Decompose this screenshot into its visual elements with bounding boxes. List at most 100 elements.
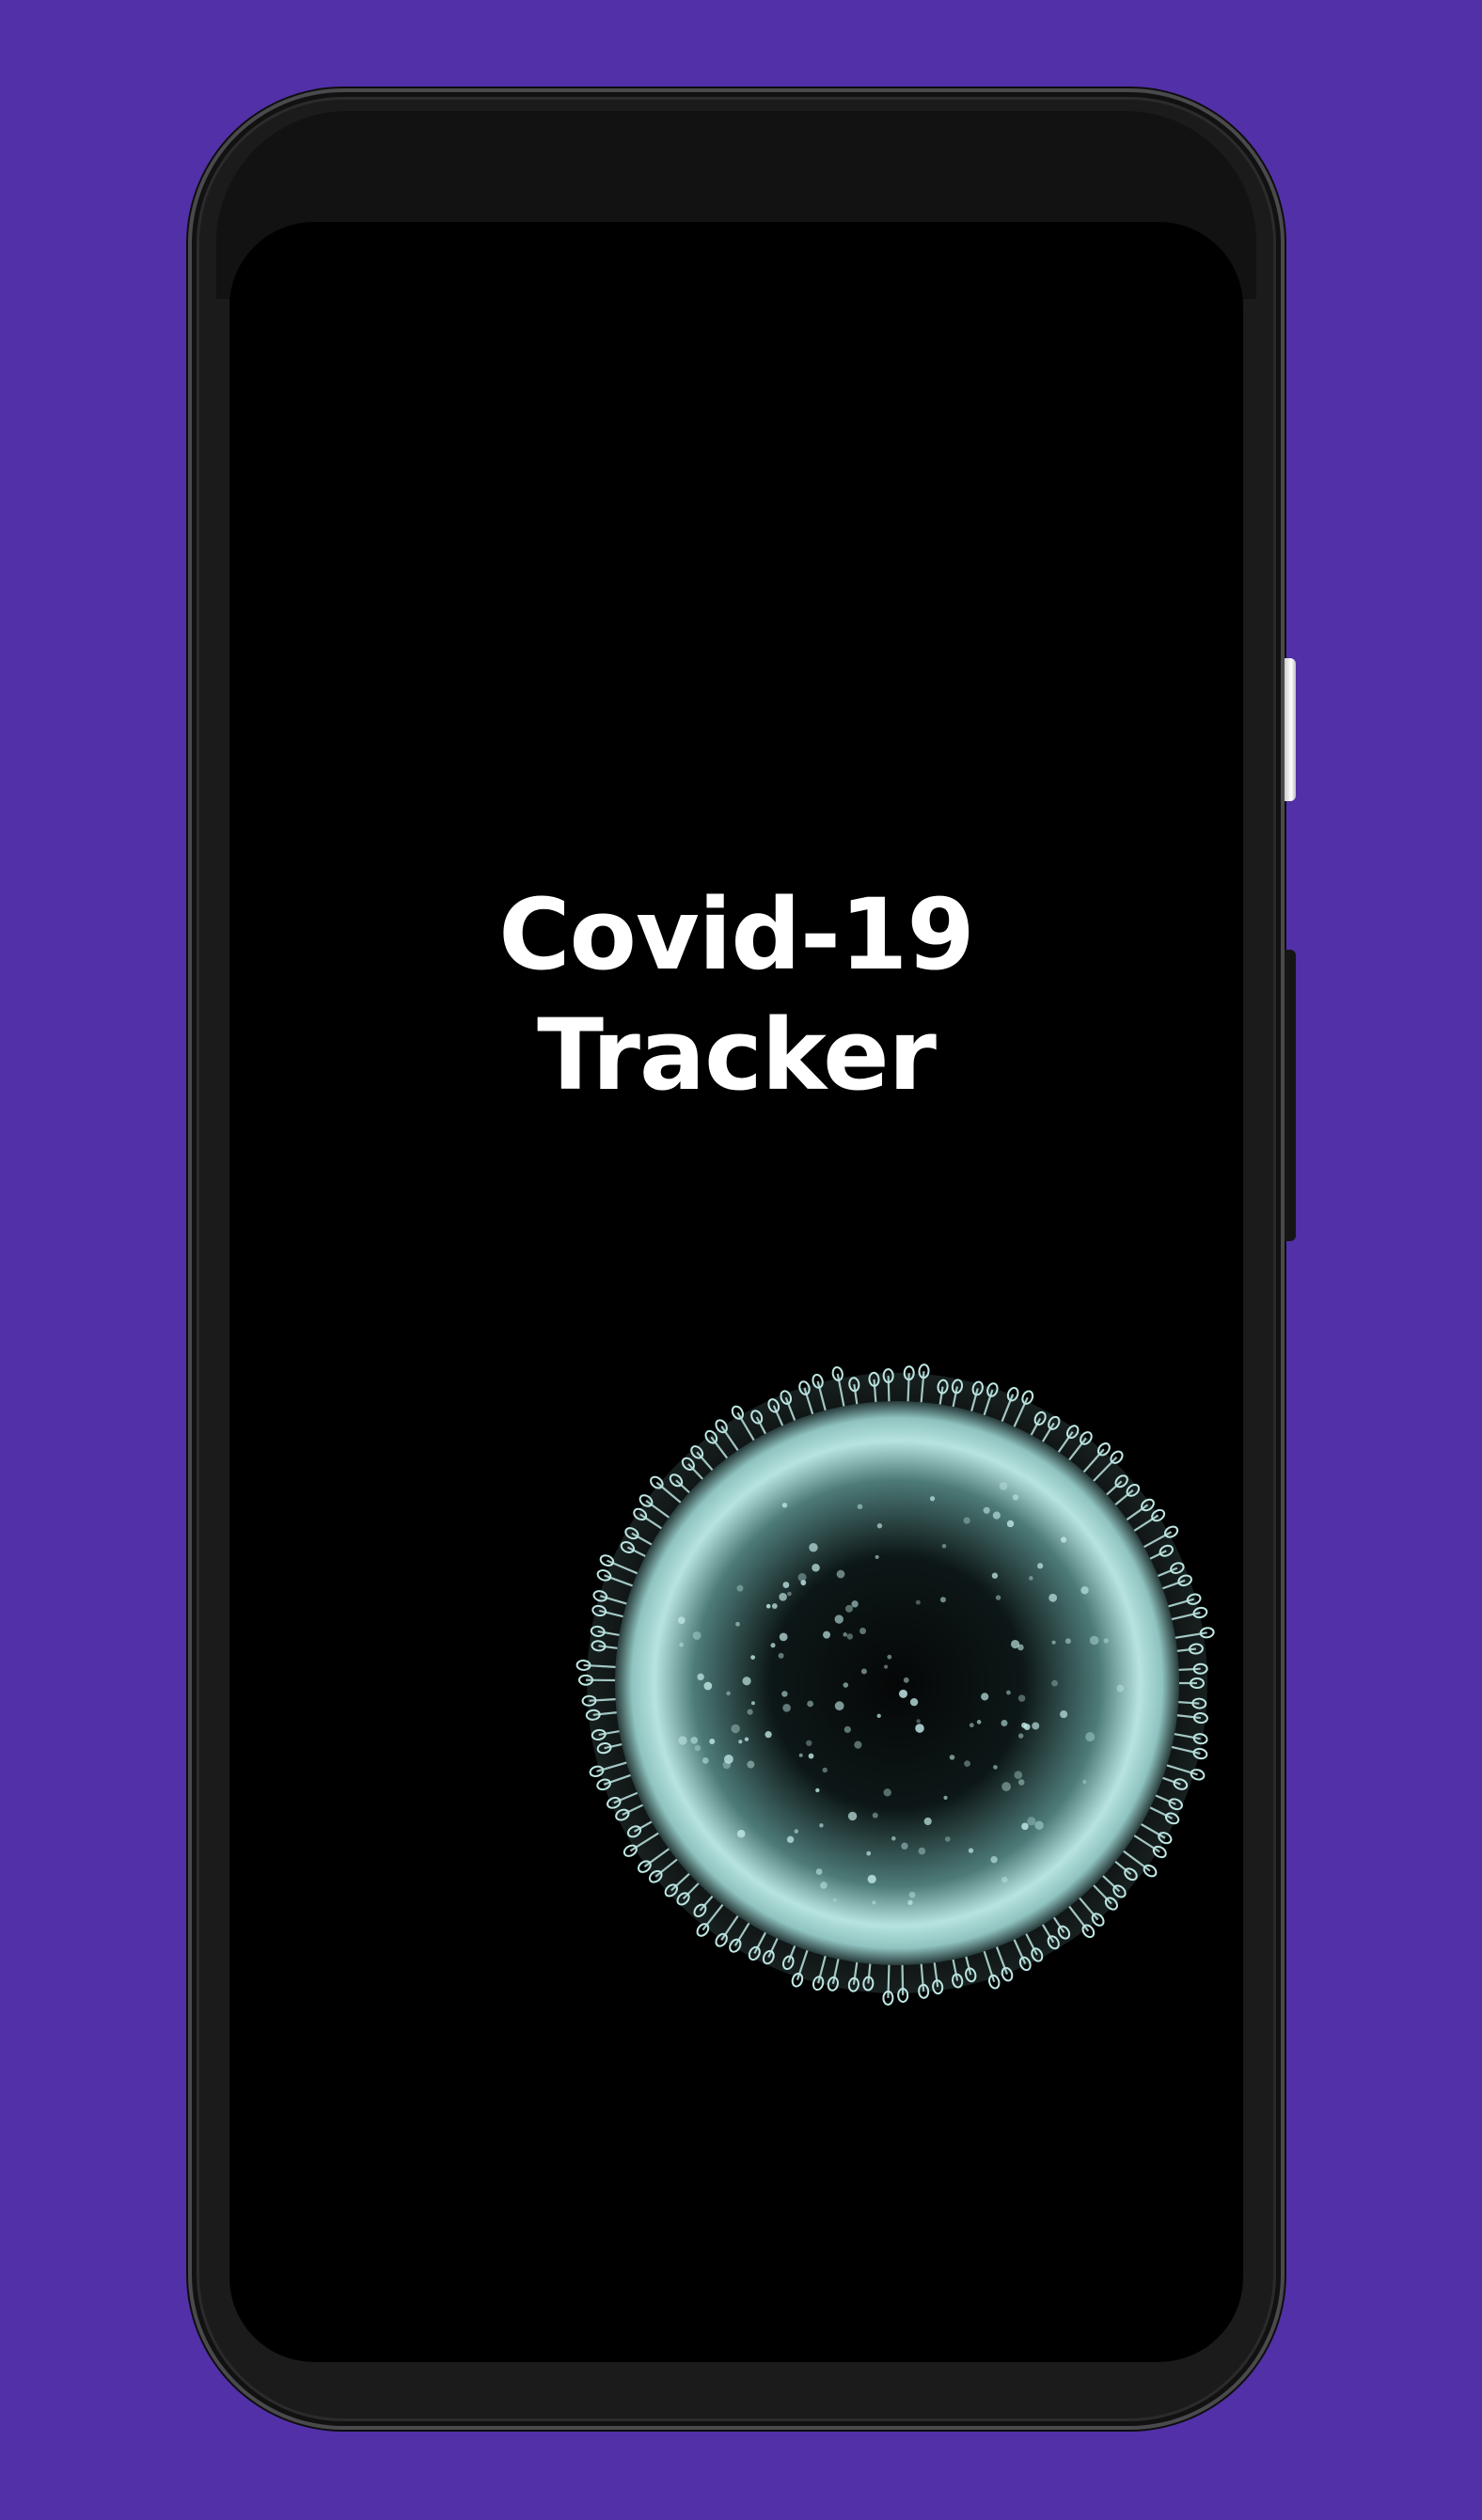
volume-button[interactable]: [1285, 950, 1296, 1241]
virus-surface-dot: [1064, 1638, 1071, 1645]
virus-surface-dot: [1060, 1709, 1068, 1719]
virus-surface-dot: [836, 1569, 845, 1579]
virus-surface-dot: [929, 1496, 936, 1502]
virus-surface-dot: [771, 1603, 778, 1609]
virus-surface-dot: [806, 1740, 812, 1746]
virus-surface-dot: [846, 1633, 854, 1640]
virus-surface-dot: [1001, 1876, 1008, 1883]
virus-surface-dot: [812, 1563, 820, 1572]
virus-surface-dot: [1017, 1733, 1024, 1739]
virus-surface-dot: [990, 1855, 998, 1864]
virus-surface-dot: [907, 1899, 913, 1906]
virus-surface-dot: [1010, 1639, 1020, 1649]
virus-surface-dot: [781, 1691, 788, 1697]
virus-surface-dot: [872, 1900, 876, 1905]
virus-surface-dot: [1006, 1520, 1015, 1528]
app-title-line-2: Tracker: [537, 998, 937, 1112]
virus-surface-dot: [963, 1517, 970, 1524]
virus-surface-dot: [1085, 1732, 1096, 1742]
virus-surface-dot: [909, 1697, 919, 1707]
virus-surface-dot: [779, 1632, 788, 1642]
virus-surface-dot: [943, 1795, 948, 1800]
virus-surface-dot: [736, 1829, 746, 1838]
virus-surface-dot: [815, 1868, 823, 1875]
virus-surface-dot: [995, 1595, 1001, 1600]
virus-surface-dot: [866, 1851, 872, 1856]
virus-surface-dot: [778, 1652, 784, 1659]
virus-surface-dot: [1037, 1563, 1044, 1569]
virus-surface-dot: [1012, 1494, 1019, 1501]
virus-surface-dot: [750, 1701, 755, 1706]
virus-surface-dot: [872, 1812, 878, 1819]
virus-surface-dot: [747, 1760, 755, 1769]
virus-surface-dot: [976, 1720, 982, 1725]
virus-surface-dot: [915, 1724, 924, 1733]
virus-surface-dot: [823, 1630, 831, 1639]
virus-surface-dot: [1001, 1782, 1011, 1791]
virus-surface-dot: [1082, 1779, 1087, 1785]
virus-surface-dot: [815, 1788, 820, 1793]
virus-surface-dot: [703, 1681, 713, 1691]
virus-surface-dot: [887, 1654, 892, 1660]
virus-surface-dot: [923, 1817, 932, 1826]
virus-surface-dot: [949, 1755, 955, 1760]
virus-surface-dot: [1027, 1817, 1036, 1826]
virus-surface-dot: [867, 1874, 876, 1884]
virus-surface-dot: [876, 1713, 881, 1719]
virus-surface-dot: [983, 1506, 990, 1514]
virus-surface-dot: [770, 1643, 776, 1648]
virus-surface-dot: [1048, 1593, 1058, 1602]
virus-surface-dot: [859, 1628, 867, 1635]
power-button[interactable]: [1285, 658, 1296, 801]
virus-surface-dot: [847, 1811, 858, 1821]
virus-surface-dot: [832, 1898, 837, 1902]
virus-surface-dot: [844, 1604, 853, 1613]
virus-surface-dot: [991, 1572, 999, 1579]
virus-surface-dot: [797, 1573, 807, 1583]
virus-surface-dot: [883, 1664, 889, 1669]
virus-surface-dot: [808, 1753, 814, 1759]
virus-surface-dot: [781, 1503, 788, 1508]
virus-surface-dot: [944, 1835, 951, 1842]
virus-surface-dot: [857, 1504, 863, 1510]
virus-surface-dot: [903, 1677, 909, 1683]
virus-surface-dot: [798, 1753, 803, 1757]
virus-surface-dot: [1051, 1679, 1058, 1687]
virus-surface-dot: [782, 1704, 791, 1712]
virus-surface-dot: [1051, 1640, 1056, 1645]
virus-surface-dot: [851, 1600, 859, 1608]
virus-surface-dot: [1060, 1536, 1067, 1543]
virus-surface-dot: [843, 1682, 849, 1688]
virus-surface-dot: [939, 1597, 946, 1603]
virus-surface-dot: [807, 1700, 814, 1708]
virus-surface-dot: [1116, 1684, 1125, 1693]
virus-surface-dot: [834, 1701, 844, 1711]
virus-surface-dot: [735, 1621, 740, 1627]
virus-surface-dot: [1089, 1635, 1099, 1646]
virus-surface-dot: [1006, 1690, 1011, 1695]
virus-surface-dot: [843, 1632, 848, 1637]
virus-surface-dot: [860, 1668, 867, 1675]
virus-surface-dot: [765, 1731, 772, 1739]
virus-surface-dot: [854, 1740, 862, 1749]
splash-screen[interactable]: Covid-19 Tracker: [229, 222, 1243, 2362]
virus-surface-dot: [964, 1760, 970, 1768]
virus-surface-dot: [819, 1823, 824, 1828]
virus-surface-dot: [786, 1835, 795, 1844]
phone-frame: Covid-19 Tracker: [188, 88, 1285, 2430]
virus-surface-dot: [908, 1891, 916, 1898]
virus-surface-dot: [794, 1829, 799, 1834]
virus-surface-dot: [731, 1724, 740, 1734]
virus-surface-dot: [993, 1765, 998, 1770]
virus-surface-dot: [915, 1599, 921, 1605]
virus-surface-dot: [999, 1482, 1008, 1490]
virus-surface-dot: [883, 1788, 891, 1797]
virus-surface-dot: [1017, 1779, 1025, 1786]
virus-surface-dot: [1103, 1638, 1110, 1644]
virus-surface-dot: [782, 1582, 790, 1588]
virus-surface-dot: [726, 1691, 731, 1696]
virus-surface-dot: [697, 1673, 704, 1681]
virus-surface-dot: [750, 1655, 756, 1660]
virus-glow: [587, 1373, 1207, 1993]
virus-surface-dot: [981, 1693, 989, 1701]
